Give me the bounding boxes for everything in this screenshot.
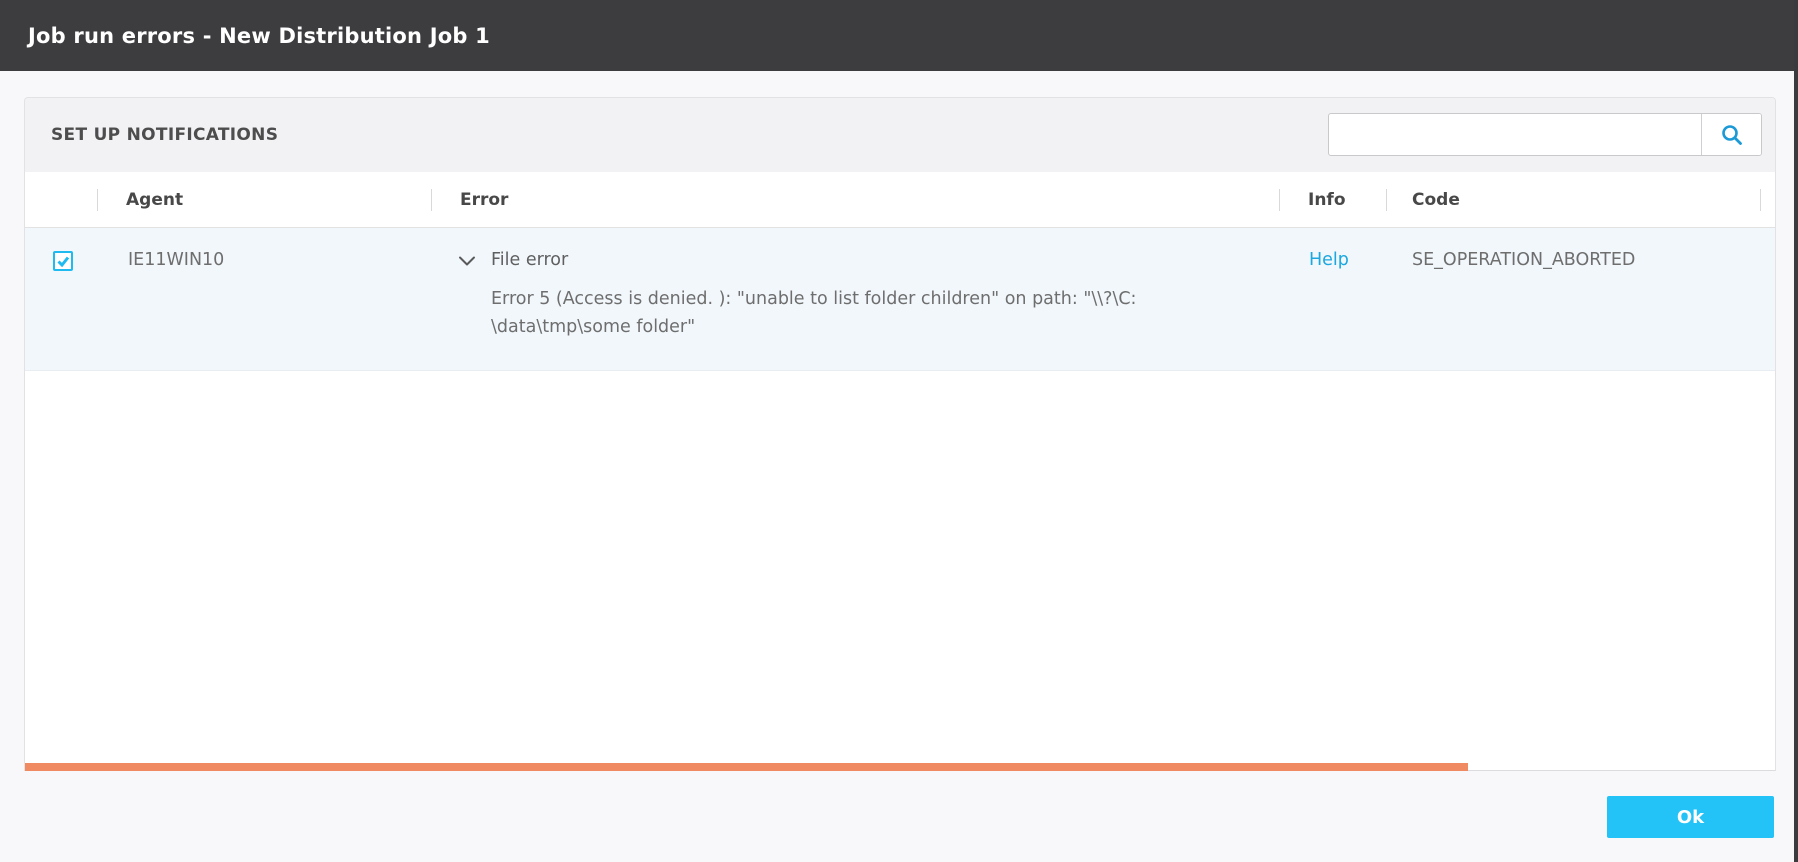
panel-header: SET UP NOTIFICATIONS [25,98,1775,172]
dialog-titlebar: Job run errors - New Distribution Job 1 [0,0,1798,71]
column-divider [1760,189,1761,211]
column-header-info[interactable]: Info [1308,190,1346,210]
column-divider [97,189,98,211]
errors-panel: SET UP NOTIFICATIONS Agent Error Info Co… [24,97,1776,771]
help-link[interactable]: Help [1309,246,1349,274]
section-title: SET UP NOTIFICATIONS [51,125,279,145]
column-divider [1386,189,1387,211]
error-detail-line: Error 5 (Access is denied. ): "unable to… [491,289,1137,309]
chevron-down-icon[interactable] [458,253,476,273]
agent-name: IE11WIN10 [128,250,225,270]
table-header: Agent Error Info Code [25,172,1775,228]
error-code: SE_OPERATION_ABORTED [1412,250,1636,270]
column-divider [1279,189,1280,211]
error-detail: Error 5 (Access is denied. ): "unable to… [491,285,1136,341]
column-header-error[interactable]: Error [460,190,508,210]
progress-bar [25,763,1468,771]
row-checkbox[interactable] [53,251,73,271]
window-edge [1794,0,1798,862]
checkmark-icon [56,254,70,268]
column-divider [431,189,432,211]
dialog-title: Job run errors - New Distribution Job 1 [28,23,490,48]
error-detail-line: \data\tmp\some folder" [491,317,696,337]
ok-button[interactable]: Ok [1607,796,1774,838]
error-type: File error [491,250,569,270]
column-header-agent[interactable]: Agent [126,190,183,210]
search-input[interactable] [1329,114,1701,155]
search-box [1328,113,1762,156]
search-icon [1720,123,1744,147]
error-table-row[interactable]: IE11WIN10 File error Error 5 (Access is … [25,228,1775,371]
column-header-code[interactable]: Code [1412,190,1460,210]
search-button[interactable] [1701,114,1761,155]
